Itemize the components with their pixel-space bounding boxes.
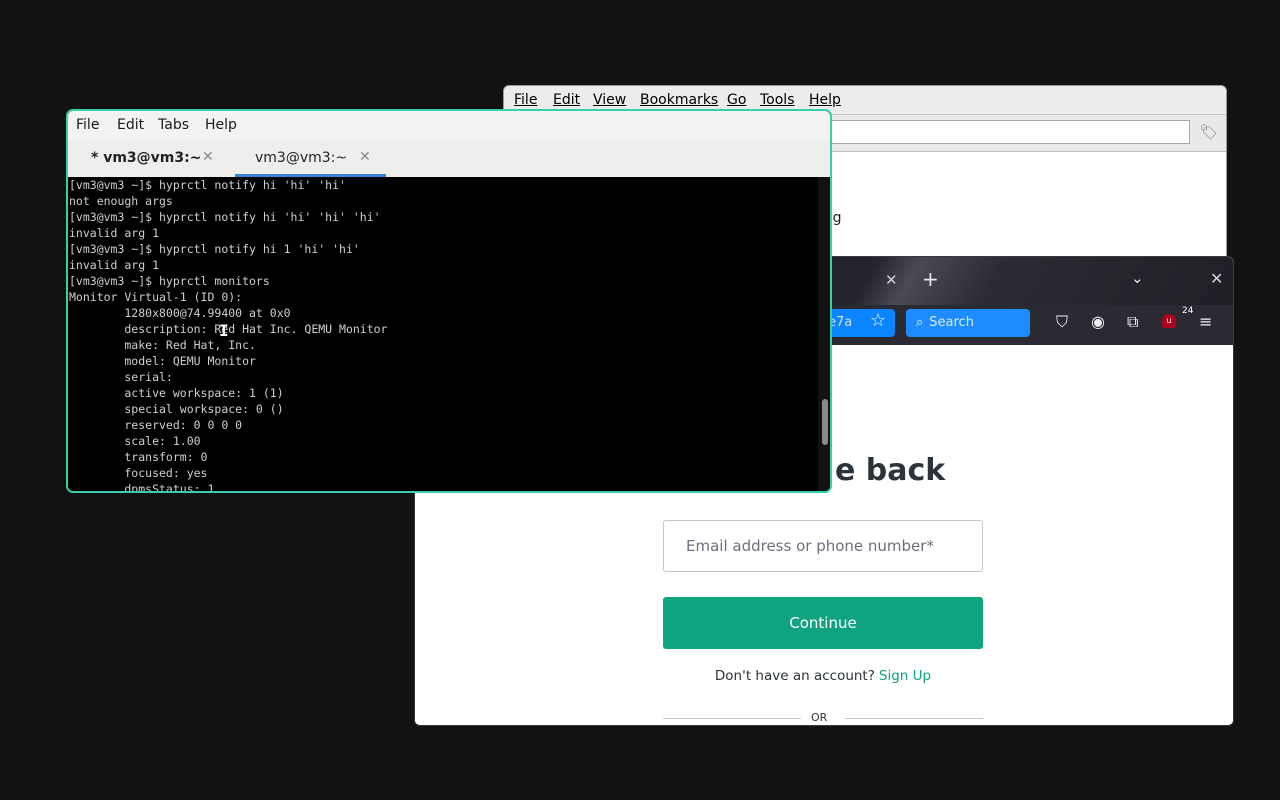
terminal-line: Monitor Virtual-1 (ID 0): [69, 290, 243, 304]
menu-bookmarks[interactable]: Bookmarks [640, 92, 718, 108]
terminal-line: reserved: 0 0 0 0 [69, 418, 243, 432]
terminal-line: not enough args [69, 194, 173, 208]
close-icon[interactable]: ✕ [359, 149, 371, 165]
terminal-line: [vm3@vm3 ~]$ hyprctl monitors [69, 274, 270, 288]
menu-edit[interactable]: Edit [117, 117, 144, 133]
menu-help[interactable]: Help [809, 92, 841, 108]
menu-tabs[interactable]: Tabs [158, 117, 189, 133]
window-close-icon[interactable]: ✕ [1210, 269, 1223, 288]
menu-view[interactable]: View [593, 92, 626, 108]
bookmark-star-icon[interactable]: ☆ [870, 310, 886, 331]
menu-file[interactable]: File [76, 117, 99, 133]
tab-terminal-2[interactable]: vm3@vm3:~ ✕ [235, 139, 386, 177]
menu-bar: File Edit Tabs Help [68, 111, 830, 139]
terminal-line: dpmsStatus: 1 [69, 482, 215, 493]
terminal-line: scale: 1.00 [69, 434, 201, 448]
search-placeholder: Search [929, 315, 974, 330]
or-label: OR [811, 711, 828, 724]
bookmark-tag-icon[interactable]: 🏷 [1198, 121, 1220, 143]
new-tab-icon[interactable]: + [922, 267, 939, 291]
close-icon[interactable]: ✕ [202, 149, 214, 165]
terminal-line: serial: [69, 370, 173, 384]
tab-label: vm3@vm3:~ [255, 150, 348, 166]
ublock-icon[interactable]: u [1162, 314, 1176, 328]
pocket-icon[interactable]: ⛉ [1056, 312, 1068, 332]
email-field[interactable]: Email address or phone number* [663, 520, 983, 572]
scrollbar-thumb[interactable] [822, 399, 828, 445]
close-tab-icon[interactable]: ✕ [885, 271, 898, 289]
terminal-line: special workspace: 0 () [69, 402, 284, 416]
menu-edit[interactable]: Edit [553, 92, 580, 108]
terminal-line: make: Red Hat, Inc. [69, 338, 256, 352]
menu-tools[interactable]: Tools [760, 92, 795, 108]
chevron-down-icon[interactable]: ⌄ [1131, 269, 1144, 287]
menu-help[interactable]: Help [205, 117, 237, 133]
terminal-line: [vm3@vm3 ~]$ hyprctl notify hi 'hi' 'hi'… [69, 210, 381, 224]
terminal-line: 1280x800@74.99400 at 0x0 [69, 306, 291, 320]
search-icon: ⌕ [916, 315, 924, 330]
terminal-line: invalid arg 1 [69, 258, 160, 272]
signup-row: Don't have an account? Sign Up [663, 668, 983, 684]
divider-line [663, 718, 801, 719]
terminal-window[interactable]: File Edit Tabs Help * vm3@vm3:~ ✕ vm3@vm… [66, 109, 832, 493]
hamburger-menu-icon[interactable]: ≡ [1199, 312, 1212, 331]
page-heading: e back [835, 453, 946, 488]
terminal-line: active workspace: 1 (1) [69, 386, 284, 400]
url-input[interactable]: ds [804, 120, 1190, 144]
terminal-tab-bar: * vm3@vm3:~ ✕ vm3@vm3:~ ✕ [68, 139, 830, 178]
menu-file[interactable]: File [514, 92, 537, 108]
terminal-scrollbar[interactable] [818, 177, 830, 491]
terminal-line: description: Red Hat Inc. QEMU Monitor [69, 322, 388, 336]
menu-go[interactable]: Go [727, 92, 746, 108]
signup-link[interactable]: Sign Up [879, 668, 931, 684]
signup-prompt: Don't have an account? [714, 668, 875, 684]
tab-terminal-1[interactable]: * vm3@vm3:~ ✕ [68, 139, 233, 177]
text-cursor-icon: I [219, 321, 229, 340]
divider-line [845, 718, 983, 719]
terminal-line: model: QEMU Monitor [69, 354, 256, 368]
account-icon[interactable]: ◉ [1091, 312, 1105, 331]
terminal-output[interactable]: [vm3@vm3 ~]$ hyprctl notify hi 'hi' 'hi'… [68, 177, 818, 493]
extensions-icon[interactable]: ⧉ [1127, 312, 1138, 332]
terminal-line: [vm3@vm3 ~]$ hyprctl notify hi 1 'hi' 'h… [69, 242, 360, 256]
continue-button[interactable]: Continue [663, 597, 983, 649]
notification-badge: 24 [1182, 306, 1194, 316]
terminal-line: [vm3@vm3 ~]$ hyprctl notify hi 'hi' 'hi' [69, 178, 346, 192]
terminal-line: transform: 0 [69, 450, 208, 464]
terminal-line: invalid arg 1 [69, 226, 160, 240]
or-divider: OR [663, 711, 983, 725]
tab-label: * vm3@vm3:~ [91, 150, 202, 166]
terminal-line: focused: yes [69, 466, 208, 480]
search-input[interactable]: ⌕ Search [906, 309, 1030, 337]
